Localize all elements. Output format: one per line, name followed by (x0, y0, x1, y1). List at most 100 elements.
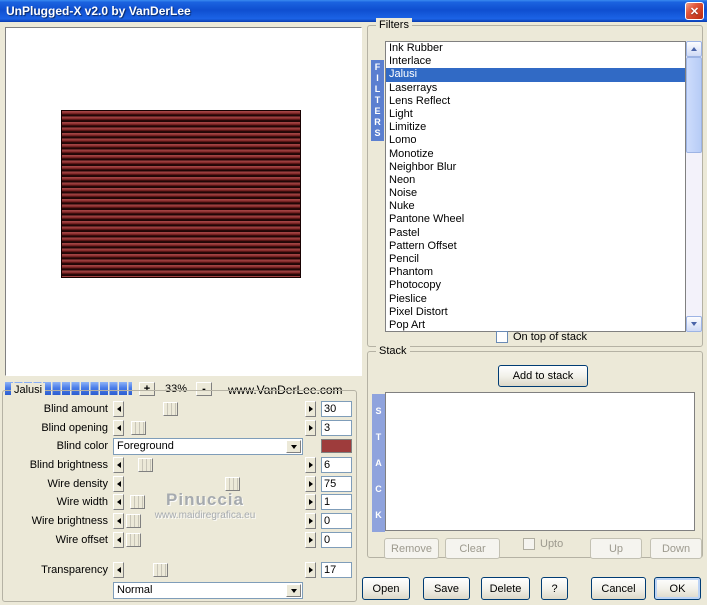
filter-list-item[interactable]: Pencil (386, 253, 685, 266)
filter-list[interactable]: Ink Rubber Interlace Jalusi Laserrays Lens R… (385, 41, 686, 332)
down-button[interactable]: Down (650, 538, 702, 559)
filter-list-item[interactable]: Lens Reflect (386, 95, 685, 108)
slider-thumb[interactable] (152, 563, 168, 577)
slider-right-arrow[interactable] (305, 494, 316, 510)
blind-brightness-input[interactable] (321, 457, 352, 473)
slider-left-arrow[interactable] (113, 562, 124, 578)
right-triangle-icon (308, 462, 313, 468)
blind-amount-slider[interactable] (126, 401, 303, 417)
slider-left-arrow[interactable] (113, 420, 124, 436)
help-button[interactable]: ? (541, 577, 568, 600)
transparency-input[interactable] (321, 562, 352, 578)
slider-thumb[interactable] (131, 421, 147, 435)
wire-offset-input[interactable] (321, 532, 352, 548)
blind-color-swatch[interactable] (321, 439, 352, 453)
slider-right-arrow[interactable] (305, 476, 316, 492)
slider-right-arrow[interactable] (305, 513, 316, 529)
blind-brightness-slider[interactable] (126, 457, 303, 473)
slider-thumb[interactable] (163, 402, 179, 416)
scroll-down-button[interactable] (686, 316, 702, 332)
slider-thumb[interactable] (138, 458, 154, 472)
slider-right-arrow[interactable] (305, 532, 316, 548)
slider-right-arrow[interactable] (305, 457, 316, 473)
filter-list-item[interactable]: Light (386, 108, 685, 121)
filter-list-item[interactable]: Pastel (386, 227, 685, 240)
on-top-of-stack-row[interactable]: On top of stack (496, 331, 587, 343)
filter-list-item[interactable]: Lomo (386, 134, 685, 147)
wire-width-slider[interactable] (126, 494, 303, 510)
wire-density-slider[interactable] (126, 476, 303, 492)
dropdown-arrow-button[interactable] (286, 584, 301, 597)
slider-right-arrow[interactable] (305, 420, 316, 436)
filter-list-item[interactable]: Pattern Offset (386, 240, 685, 253)
blind-color-dropdown[interactable]: Foreground (113, 438, 303, 455)
transparency-slider[interactable] (126, 562, 303, 578)
titlebar[interactable]: UnPlugged-X v2.0 by VanDerLee ✕ (0, 0, 707, 22)
delete-button[interactable]: Delete (481, 577, 530, 600)
on-top-checkbox[interactable] (496, 331, 508, 343)
wire-density-input[interactable] (321, 476, 352, 492)
slider-right-arrow[interactable] (305, 562, 316, 578)
open-button[interactable]: Open (362, 577, 410, 600)
filter-list-item[interactable]: Pieslice (386, 293, 685, 306)
filter-list-item[interactable]: Monotize (386, 148, 685, 161)
filter-list-item[interactable]: Neon (386, 174, 685, 187)
chevron-down-icon (290, 588, 297, 593)
filter-list-item[interactable]: Photocopy (386, 279, 685, 292)
wire-offset-slider[interactable] (126, 532, 303, 548)
chevron-down-icon (290, 444, 297, 449)
scroll-up-button[interactable] (686, 41, 702, 57)
slider-thumb[interactable] (126, 533, 141, 547)
close-button[interactable]: ✕ (685, 2, 704, 20)
save-button[interactable]: Save (423, 577, 470, 600)
slider-thumb[interactable] (129, 495, 145, 509)
remove-button[interactable]: Remove (384, 538, 439, 559)
preview-panel[interactable] (5, 27, 362, 376)
slider-thumb[interactable] (225, 477, 241, 491)
filter-list-item[interactable]: Limitize (386, 121, 685, 134)
filter-list-scrollbar[interactable] (686, 41, 702, 332)
slider-left-arrow[interactable] (113, 401, 124, 417)
filter-list-item[interactable]: Pixel Distort (386, 306, 685, 319)
filter-list-item[interactable]: Noise (386, 187, 685, 200)
slider-right-arrow[interactable] (305, 401, 316, 417)
scrollbar-thumb[interactable] (686, 57, 702, 153)
blend-mode-dropdown[interactable]: Normal (113, 582, 303, 599)
left-triangle-icon (116, 518, 121, 524)
filter-list-item[interactable]: Laserrays (386, 82, 685, 95)
up-button[interactable]: Up (590, 538, 642, 559)
filter-list-item[interactable]: Jalusi (386, 68, 685, 82)
slider-left-arrow[interactable] (113, 457, 124, 473)
filter-list-item[interactable]: Neighbor Blur (386, 161, 685, 174)
wire-brightness-slider[interactable] (126, 513, 303, 529)
filter-list-item[interactable]: Interlace (386, 55, 685, 68)
clear-button[interactable]: Clear (445, 538, 500, 559)
blind-opening-slider[interactable] (126, 420, 303, 436)
param-row-blind-color: Blind color Foreground (3, 438, 356, 455)
left-triangle-icon (116, 499, 121, 505)
wire-width-input[interactable] (321, 494, 352, 510)
cancel-button[interactable]: Cancel (591, 577, 646, 600)
blind-opening-input[interactable] (321, 420, 352, 436)
upto-checkbox[interactable] (523, 538, 535, 550)
right-triangle-icon (308, 499, 313, 505)
slider-left-arrow[interactable] (113, 476, 124, 492)
stack-list[interactable] (385, 392, 695, 531)
param-row-wire-brightness: Wire brightness (3, 513, 356, 530)
add-to-stack-button[interactable]: Add to stack (498, 365, 588, 387)
ok-button[interactable]: OK (654, 577, 701, 600)
blind-amount-input[interactable] (321, 401, 352, 417)
filters-group: Filters FILTERS Ink Rubber Interlace Jalus… (367, 18, 703, 347)
slider-thumb[interactable] (126, 514, 141, 528)
upto-row[interactable]: Upto (523, 538, 563, 550)
param-label: Wire offset (55, 534, 108, 546)
filter-list-item[interactable]: Ink Rubber (386, 42, 685, 55)
slider-left-arrow[interactable] (113, 532, 124, 548)
dropdown-arrow-button[interactable] (286, 440, 301, 453)
filter-list-item[interactable]: Pantone Wheel (386, 213, 685, 226)
filter-list-item[interactable]: Phantom (386, 266, 685, 279)
slider-left-arrow[interactable] (113, 494, 124, 510)
slider-left-arrow[interactable] (113, 513, 124, 529)
wire-brightness-input[interactable] (321, 513, 352, 529)
filter-list-item[interactable]: Nuke (386, 200, 685, 213)
